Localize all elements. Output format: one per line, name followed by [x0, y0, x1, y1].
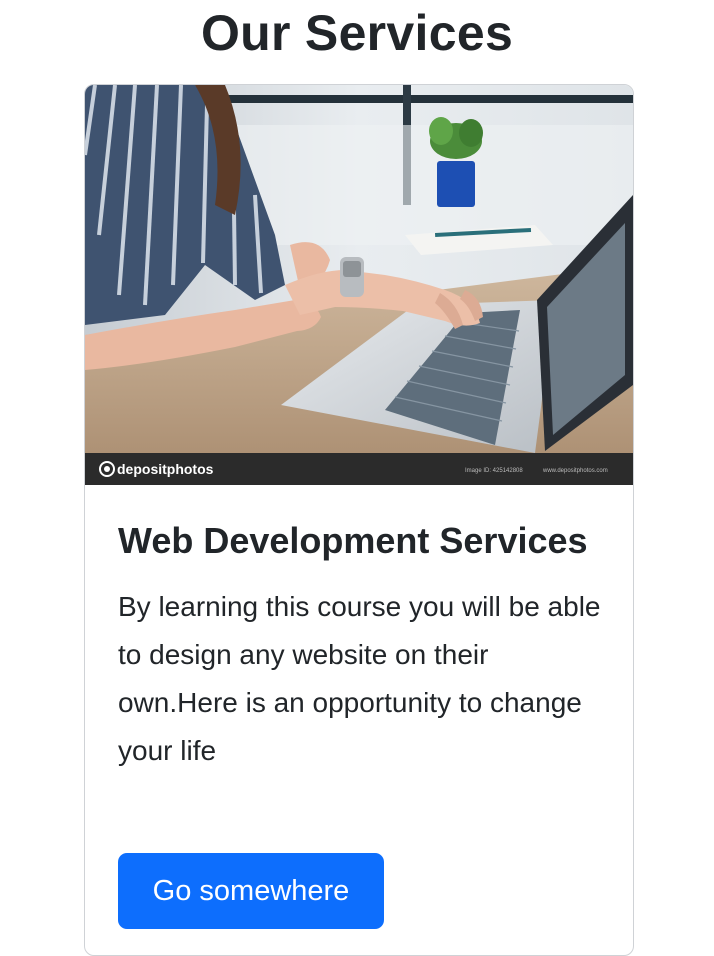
- go-somewhere-button[interactable]: Go somewhere: [118, 853, 384, 929]
- card-body: Web Development Services By learning thi…: [118, 517, 608, 775]
- card-description: By learning this course you will be able…: [118, 591, 601, 766]
- service-card: depositphotos Image ID: 425142808 www.de…: [84, 84, 634, 956]
- image-site-text: www.depositphotos.com: [542, 468, 608, 474]
- card-image: depositphotos Image ID: 425142808 www.de…: [85, 85, 633, 485]
- watermark-text: depositphotos: [117, 461, 214, 477]
- page-title: Our Services: [200, 5, 514, 61]
- image-id-text: Image ID: 425142808: [465, 468, 523, 474]
- card-title: Web Development Services: [118, 520, 588, 561]
